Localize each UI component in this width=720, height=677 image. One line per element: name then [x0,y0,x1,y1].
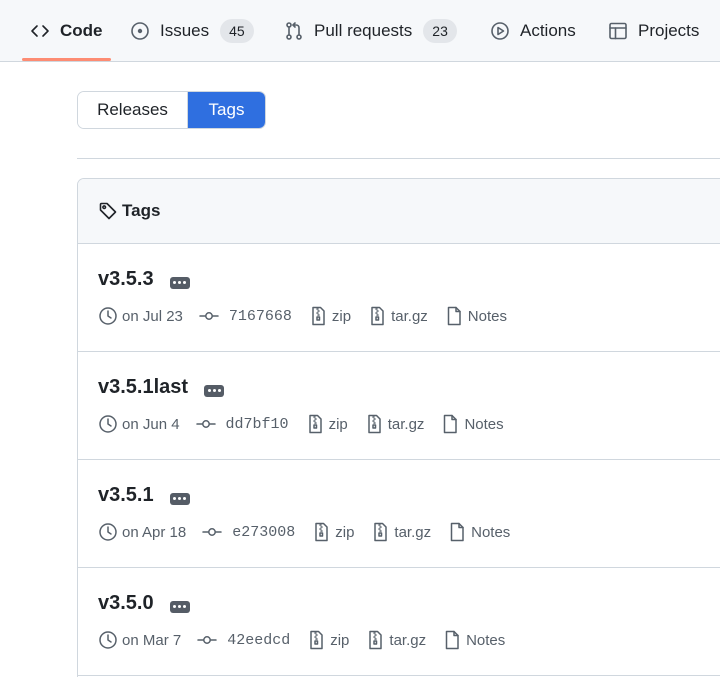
file-icon [450,522,464,542]
targz-label: tar.gz [389,631,427,649]
zip-download-link[interactable]: zip [311,522,354,542]
tag-row: v3.5.0 on Mar 7 42eedcd zip tar.gz Notes [78,568,720,676]
notes-label: Notes [467,307,507,325]
commit-icon [197,636,217,644]
releases-button[interactable]: Releases [78,92,188,128]
tab-issues[interactable]: Issues 45 [130,0,254,62]
targz-label: tar.gz [394,523,432,541]
zip-label: zip [331,307,352,325]
tab-projects-label: Projects [638,21,700,40]
tag-row: v3.5.3 on Jul 23 7167668 zip tar.gz Note… [78,244,720,352]
targz-label: tar.gz [391,307,428,325]
file-zip-icon [371,306,384,326]
notes-label: Notes [466,631,506,649]
tag-date: on Jul 23 [122,307,183,325]
tab-code-label: Code [60,21,103,40]
clock-icon [99,307,117,325]
tag-date: on Mar 7 [122,631,182,649]
tag-icon [99,202,117,220]
issue-icon [131,22,149,40]
tab-code[interactable]: Code [30,0,103,62]
clock-icon [99,415,117,433]
file-icon [444,414,458,434]
repo-nav: Code Issues 45 Pull requests 23 Actions … [0,0,720,62]
commit-sha: 7167668 [228,307,292,325]
zip-download-link[interactable]: zip [308,306,351,326]
file-zip-icon [310,630,323,650]
clock-icon [99,631,117,649]
pull-requests-counter: 23 [423,19,457,43]
notes-link[interactable]: Notes [440,414,504,434]
file-icon [445,630,459,650]
tags-box-header: Tags [78,179,720,244]
notes-label: Notes [464,415,504,433]
tag-row: v3.5.1last on Jun 4 dd7bf10 zip tar.gz N… [78,352,720,460]
commit-icon [202,528,222,536]
code-icon [31,25,49,37]
file-zip-icon [369,630,383,650]
tag-date: on Jun 4 [122,415,180,433]
ellipsis-button[interactable] [169,600,190,613]
commit-sha: e273008 [232,523,296,541]
ellipsis-button[interactable] [169,276,190,289]
file-zip-icon [368,414,381,434]
targz-download-link[interactable]: tar.gz [370,522,431,542]
tag-name-link[interactable]: v3.5.0 [98,592,154,615]
notes-link[interactable]: Notes [444,306,507,326]
tags-box-title: Tags [122,201,161,220]
tags-box: Tags v3.5.3 on Jul 23 7167668 zip tar.gz… [77,178,720,677]
targz-download-link[interactable]: tar.gz [367,306,428,326]
commit-icon [199,312,219,320]
tag-name-link[interactable]: v3.5.1 [98,484,154,507]
ellipsis-button[interactable] [169,492,190,505]
zip-label: zip [335,523,355,541]
tag-date: on Apr 18 [122,523,187,541]
file-zip-icon [308,414,322,434]
commit-link[interactable]: e273008 [202,522,295,542]
commit-link[interactable]: dd7bf10 [195,414,289,434]
file-zip-icon [315,522,328,542]
pull-request-icon [286,22,302,40]
clock-icon [99,523,117,541]
targz-download-link[interactable]: tar.gz [364,414,425,434]
tab-actions-label: Actions [520,21,576,40]
tag-name-link[interactable]: v3.5.3 [98,268,154,291]
targz-label: tar.gz [387,415,425,433]
file-zip-icon [374,522,388,542]
commit-link[interactable]: 42eedcd [197,630,290,650]
targz-download-link[interactable]: tar.gz [365,630,426,650]
tags-button[interactable]: Tags [188,92,265,128]
releases-tags-toggle: Releases Tags [77,91,266,129]
table-icon [609,22,627,40]
commit-link[interactable]: 7167668 [199,306,292,326]
tab-issues-label: Issues [160,21,210,40]
tag-name-link[interactable]: v3.5.1last [98,376,188,399]
tab-pull-requests[interactable]: Pull requests 23 [284,0,457,62]
tab-projects[interactable]: Projects [608,0,699,62]
selected-tab-underline [22,58,111,61]
file-zip-icon [312,306,325,326]
issues-counter: 45 [220,19,254,43]
zip-label: zip [328,415,348,433]
file-icon [447,306,461,326]
commit-sha: dd7bf10 [225,415,289,433]
notes-link[interactable]: Notes [447,522,510,542]
zip-download-link[interactable]: zip [305,414,348,434]
zip-download-link[interactable]: zip [306,630,349,650]
commit-icon [195,420,216,428]
tab-pull-requests-label: Pull requests [314,21,413,40]
ellipsis-button[interactable] [204,384,225,397]
divider [77,158,720,159]
play-icon [491,22,509,40]
tab-actions[interactable]: Actions [490,0,576,62]
notes-link[interactable]: Notes [442,630,505,650]
notes-label: Notes [471,523,511,541]
tag-row: v3.5.1 on Apr 18 e273008 zip tar.gz Note… [78,460,720,568]
zip-label: zip [330,631,350,649]
commit-sha: 42eedcd [227,631,291,649]
